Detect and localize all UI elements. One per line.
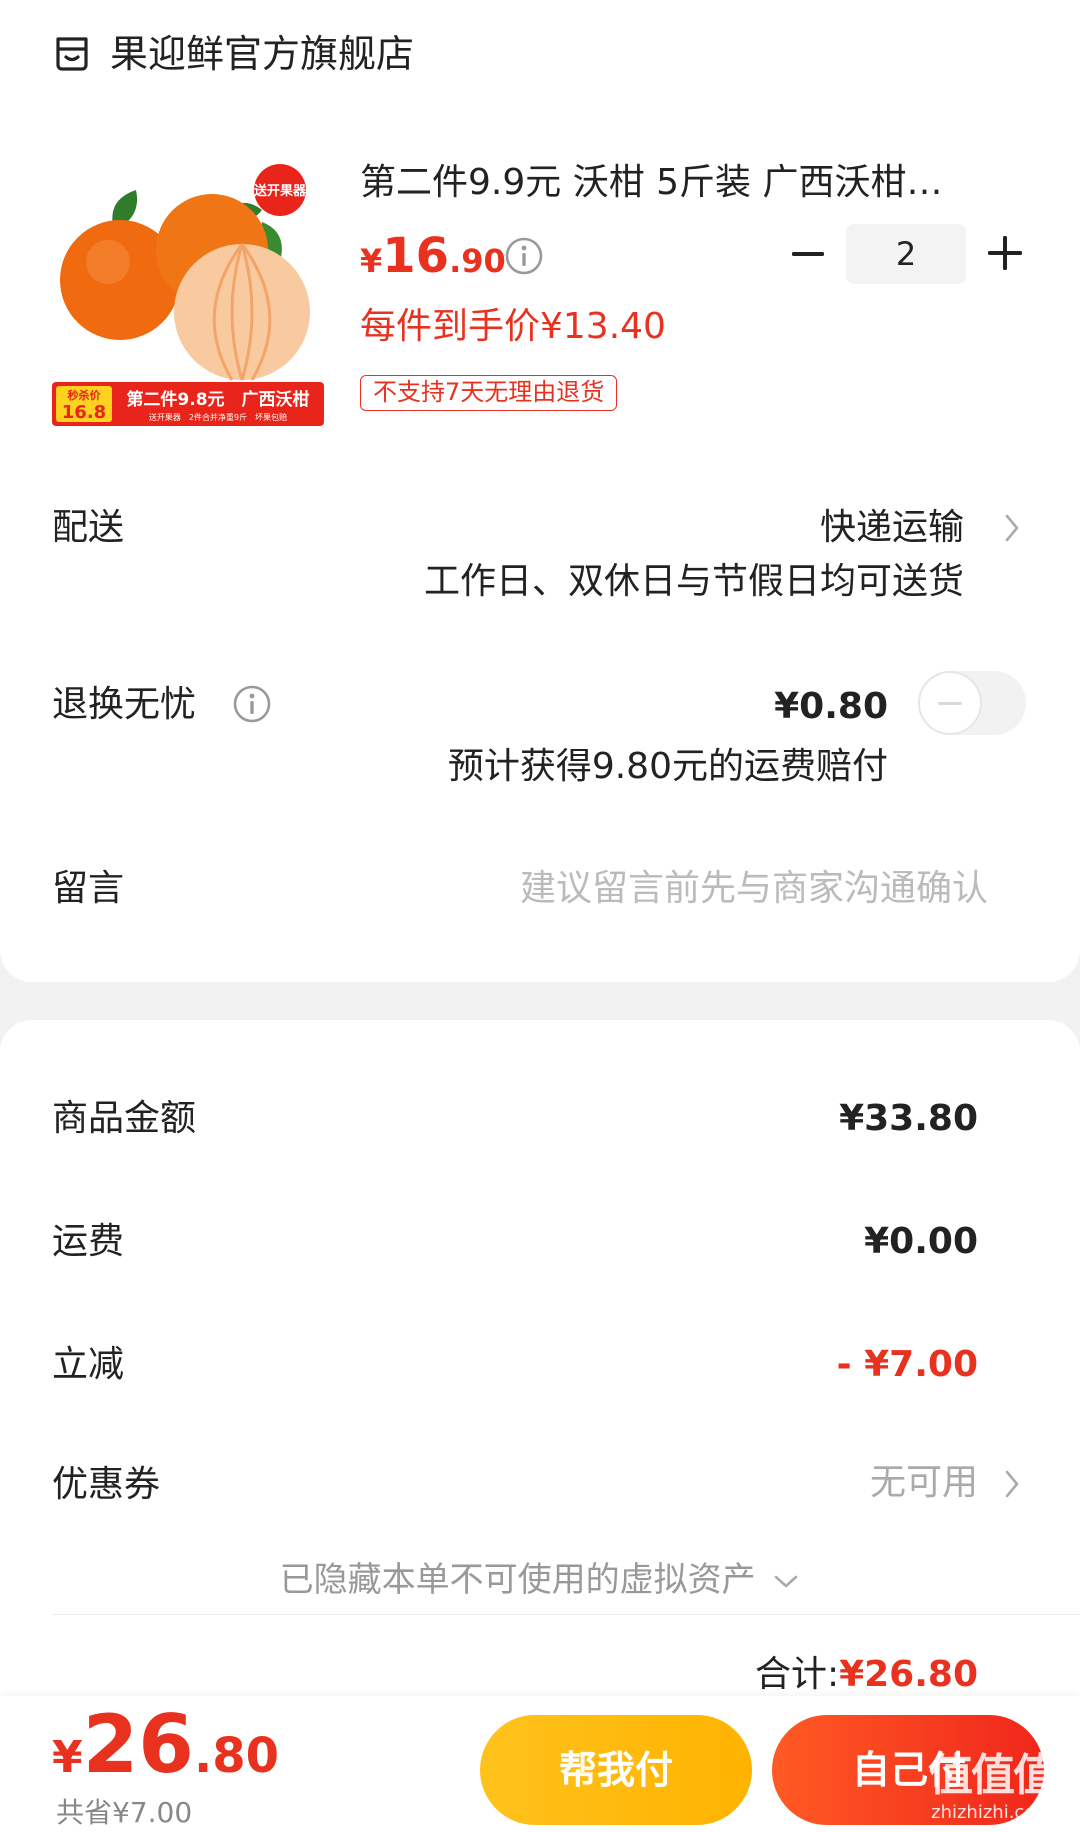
image-banner-sub: 送开果器 2件合并净重9斤 坏果包赔 <box>149 412 287 422</box>
footer-price-symbol: ¥ <box>52 1732 83 1783</box>
unit-final-price: 每件到手价¥13.40 <box>360 306 666 347</box>
toggle-knob[interactable] <box>918 671 982 735</box>
chevron-right-icon[interactable] <box>1002 510 1022 546</box>
saved-amount: 共省¥7.00 <box>56 1796 193 1829</box>
help-me-pay-button[interactable]: 帮我付 <box>480 1715 752 1825</box>
quantity-input[interactable]: 2 <box>846 224 966 284</box>
price-integer: 16 <box>382 228 450 284</box>
price-symbol: ¥ <box>360 242 383 280</box>
divider <box>52 1614 1080 1615</box>
chevron-down-icon <box>775 1575 798 1587</box>
discount-value: - ¥7.00 <box>836 1344 978 1385</box>
return-insurance-label: 退换无忧 <box>52 684 197 725</box>
watermark-url: zhizhizhi.com <box>931 1802 1053 1823</box>
image-badge: 送开果器 <box>253 183 307 199</box>
return-insurance-note: 预计获得9.80元的运费赔付 <box>447 746 888 787</box>
order-total: 合计:¥26.80 <box>755 1650 978 1700</box>
goods-amount-value: ¥33.80 <box>839 1098 978 1139</box>
goods-amount-label: 商品金额 <box>52 1098 197 1139</box>
product-image[interactable]: 送开果器 秒杀价 16.8 第二件9.8元 广西沃柑 送开果器 2件合并净重9斤… <box>52 162 324 430</box>
discount-label: 立减 <box>52 1344 125 1385</box>
message-label: 留言 <box>52 868 125 909</box>
price-decimal: .90 <box>449 242 506 280</box>
shipping-value: ¥0.00 <box>864 1221 978 1262</box>
shipping-label: 运费 <box>52 1221 125 1262</box>
product-title[interactable]: 第二件9.9元 沃柑 5斤装 广西沃柑… <box>360 158 980 208</box>
info-icon[interactable] <box>232 684 272 724</box>
return-insurance-price: ¥0.80 <box>774 686 888 727</box>
order-item-card <box>0 0 1080 982</box>
store-name[interactable]: 果迎鲜官方旗舰店 <box>110 28 414 80</box>
image-banner-small: 秒杀价 <box>68 388 102 402</box>
message-input[interactable]: 建议留言前先与商家沟通确认 <box>520 864 988 914</box>
product-price: ¥16.90 <box>360 226 506 297</box>
quantity-increase-button[interactable] <box>986 234 1024 272</box>
image-banner-big: 16.8 <box>62 402 106 423</box>
hidden-assets-text: 已隐藏本单不可使用的虚拟资产 <box>279 1560 756 1600</box>
footer-price-decimal: .80 <box>193 1728 279 1784</box>
no-return-tag: 不支持7天无理由退货 <box>360 375 618 411</box>
image-banner-text: 第二件9.8元 广西沃柑 <box>126 389 309 410</box>
price-info-icon[interactable] <box>504 236 544 276</box>
chevron-right-icon[interactable] <box>1002 1466 1022 1502</box>
watermark-logo: 值值值 <box>929 1750 1057 1801</box>
delivery-label: 配送 <box>52 507 125 548</box>
footer-price-integer: 26 <box>82 1698 194 1791</box>
total-value: ¥26.80 <box>839 1654 978 1695</box>
store-icon <box>56 37 88 71</box>
quantity-decrease-button[interactable] <box>790 236 826 272</box>
coupon-value[interactable]: 无可用 <box>870 1458 978 1508</box>
watermark: 值值值 zhizhizhi.com <box>912 1750 1072 1830</box>
coupon-label: 优惠券 <box>52 1464 161 1505</box>
hidden-assets-toggle[interactable]: 已隐藏本单不可使用的虚拟资产 <box>0 1555 1080 1605</box>
delivery-method[interactable]: 快递运输 <box>820 503 964 553</box>
total-label: 合计: <box>754 1654 840 1695</box>
delivery-note: 工作日、双休日与节假日均可送货 <box>423 561 964 602</box>
